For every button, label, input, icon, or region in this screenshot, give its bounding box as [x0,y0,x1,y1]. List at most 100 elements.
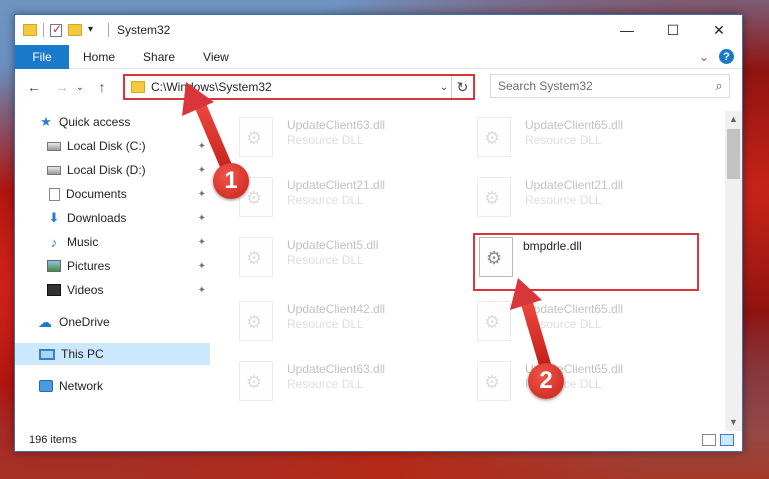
address-bar[interactable]: C:\Windows\System32 ⌄ ↻ [123,74,475,100]
file-item[interactable]: UpdateClient63.dllResource DLL [225,113,435,163]
status-bar: 196 items [15,429,742,451]
tab-share[interactable]: Share [129,50,189,64]
dll-file-icon [239,117,273,157]
sidebar-item-this-pc[interactable]: This PC [15,343,210,365]
tab-view[interactable]: View [189,50,243,64]
sidebar-item-quick-access[interactable]: ★ Quick access [15,111,210,133]
pin-icon[interactable]: ✦ [198,213,206,224]
drive-icon [47,141,61,151]
recent-locations-button[interactable]: ⌄ [73,82,87,93]
forward-button[interactable]: → [51,79,73,95]
sidebar-item-documents[interactable]: Documents ✦ [15,183,210,205]
sidebar-item-downloads[interactable]: ⬇ Downloads ✦ [15,207,210,229]
scroll-thumb[interactable] [727,129,740,179]
file-item[interactable]: UpdateClient5.dllResource DLL [225,233,435,283]
folder-icon [131,81,145,93]
file-explorer-window: ▾ System32 — ☐ ✕ File Home Share View ⌄ … [14,14,743,452]
drive-icon [47,165,61,175]
expand-ribbon-icon[interactable]: ⌄ [699,50,709,64]
step-marker-2: 2 [528,363,564,399]
address-dropdown-icon[interactable]: ⌄ [437,82,451,93]
sidebar-item-label: Pictures [67,259,111,273]
file-item[interactable]: UpdateClient65.dllResource DLL [463,357,673,407]
sidebar-item-local-disk-d[interactable]: Local Disk (D:) ✦ [15,159,210,181]
file-name: UpdateClient63.dll [287,118,386,132]
new-folder-icon[interactable] [68,24,82,36]
star-icon: ★ [40,114,52,129]
refresh-button[interactable]: ↻ [451,76,473,98]
sidebar-item-network[interactable]: Network [15,375,210,397]
file-item[interactable]: UpdateClient21.dllResource DLL [225,173,435,223]
documents-icon [49,187,60,201]
large-icons-view-icon[interactable] [720,434,734,446]
sidebar-item-label: Music [67,235,99,249]
tab-file[interactable]: File [15,44,69,69]
sidebar-item-onedrive[interactable]: ☁ OneDrive [15,311,210,333]
dll-file-icon [239,301,273,341]
computer-icon [39,348,55,360]
file-item[interactable]: UpdateClient65.dllResource DLL [463,297,673,347]
dll-file-icon [239,237,273,277]
search-icon[interactable]: ⌕ [709,78,729,94]
file-item[interactable]: UpdateClient63.dllResource DLL [225,357,435,407]
ribbon-right-controls: ⌄ ? [699,49,734,64]
scroll-up-icon[interactable]: ▲ [725,111,742,128]
sidebar-item-local-disk-c[interactable]: Local Disk (C:) ✦ [15,135,210,157]
pin-icon[interactable]: ✦ [198,189,206,200]
file-type: Resource DLL [525,193,602,207]
sidebar-item-pictures[interactable]: Pictures ✦ [15,255,210,277]
sidebar-item-label: Local Disk (C:) [67,139,146,153]
search-input[interactable]: Search System32 [498,79,709,93]
dll-file-icon [479,237,513,277]
window-title: System32 [117,23,171,37]
minimize-button[interactable]: — [604,15,650,45]
properties-icon[interactable] [50,22,62,37]
file-item[interactable]: UpdateClient65.dllResource DLL [463,113,673,163]
pictures-icon [47,260,61,272]
address-path[interactable]: C:\Windows\System32 [151,80,437,94]
file-item-bmpdrle[interactable]: bmpdrle.dll [473,233,699,291]
pin-icon[interactable]: ✦ [198,165,206,176]
pin-icon[interactable]: ✦ [198,237,206,248]
item-count: 196 items [29,434,77,446]
file-type: Resource DLL [287,317,364,331]
dll-file-icon [477,301,511,341]
dll-file-icon [477,361,511,401]
window-controls: — ☐ ✕ [604,15,742,45]
file-name: UpdateClient42.dll [287,302,386,316]
tab-home[interactable]: Home [69,50,129,64]
vertical-scrollbar[interactable]: ▲ ▼ [725,111,742,431]
maximize-button[interactable]: ☐ [650,15,696,45]
file-type: Resource DLL [287,377,364,391]
pin-icon[interactable]: ✦ [198,141,206,152]
search-box[interactable]: Search System32 ⌕ [490,74,730,98]
help-icon[interactable]: ? [719,49,734,64]
file-item[interactable]: UpdateClient42.dllResource DLL [225,297,435,347]
file-item[interactable]: UpdateClient21.dllResource DLL [463,173,673,223]
details-view-icon[interactable] [702,434,716,446]
file-name: UpdateClient65.dll [525,118,624,132]
file-name: UpdateClient21.dll [525,178,624,192]
file-type: Resource DLL [287,253,364,267]
sidebar-item-videos[interactable]: Videos ✦ [15,279,210,301]
file-name: UpdateClient5.dll [287,238,379,252]
sidebar-item-label: Downloads [67,211,127,225]
close-button[interactable]: ✕ [696,15,742,45]
network-icon [39,380,53,392]
dll-file-icon [239,361,273,401]
videos-icon [47,284,61,296]
up-button[interactable]: ↑ [91,79,113,95]
customize-toolbar-icon[interactable]: ▾ [88,24,102,36]
sidebar-item-music[interactable]: ♪ Music ✦ [15,231,210,253]
pin-icon[interactable]: ✦ [198,261,206,272]
sidebar-item-label: Videos [67,283,104,297]
file-type: Resource DLL [287,193,364,207]
pin-icon[interactable]: ✦ [198,285,206,296]
sidebar-item-label: Documents [66,187,127,201]
toolbar-separator [108,23,109,37]
sidebar-item-label: Local Disk (D:) [67,163,146,177]
title-bar: ▾ System32 — ☐ ✕ [15,15,742,45]
cloud-icon: ☁ [38,313,52,330]
back-button[interactable]: ← [23,79,45,95]
downloads-icon: ⬇ [48,210,60,225]
